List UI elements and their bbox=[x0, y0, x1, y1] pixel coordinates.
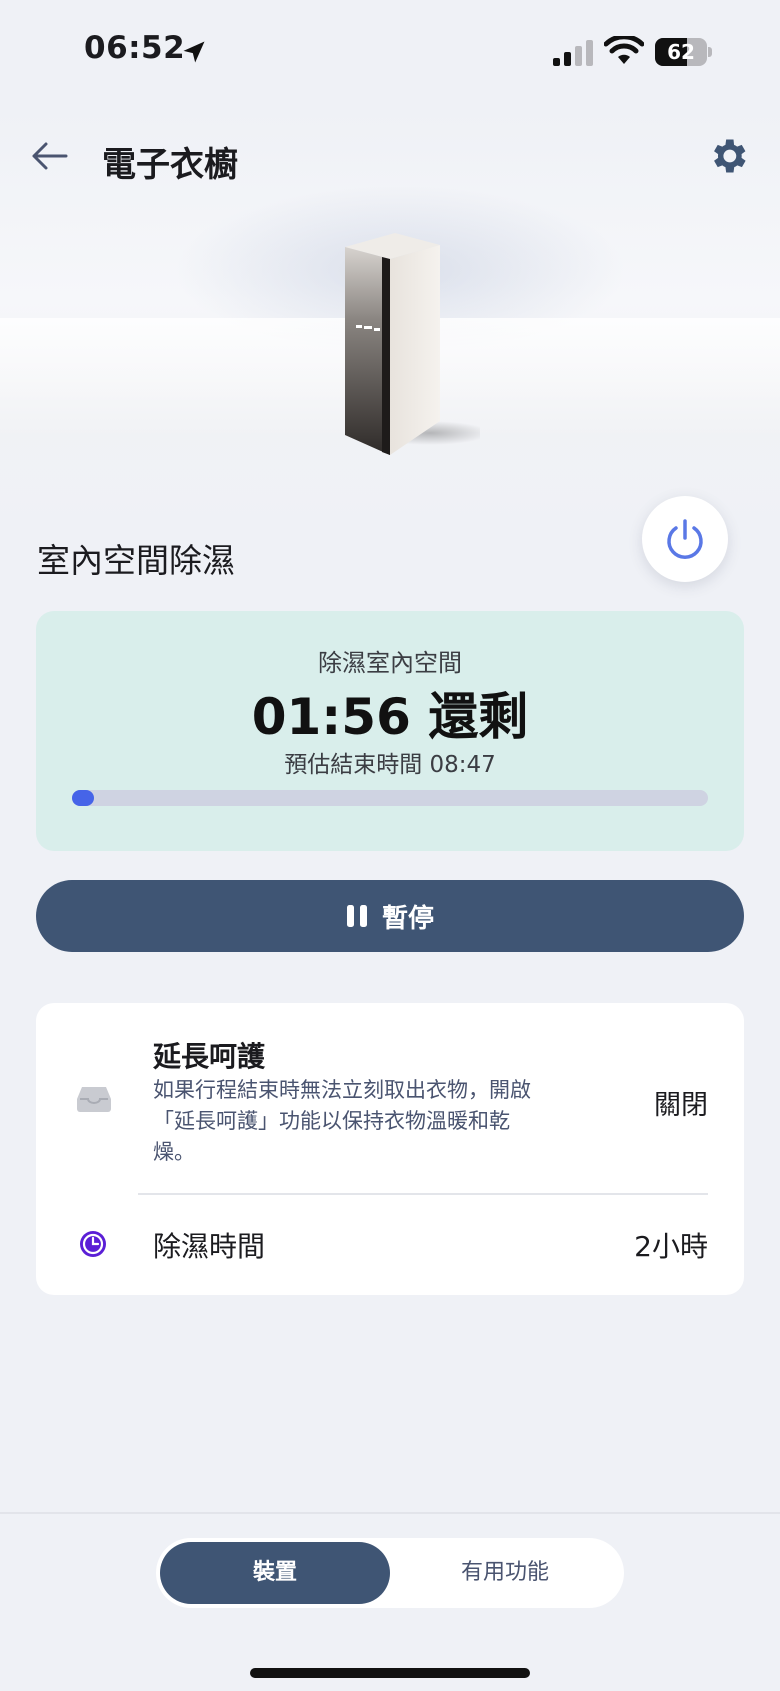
pause-button[interactable]: 暫停 bbox=[36, 880, 744, 952]
battery-level: 62 bbox=[667, 40, 695, 64]
bottom-tab-bar: 裝置 有用功能 bbox=[156, 1538, 624, 1608]
cellular-signal-icon bbox=[553, 40, 593, 66]
home-indicator[interactable] bbox=[250, 1668, 530, 1678]
bottom-separator bbox=[0, 1512, 780, 1514]
progress-bar bbox=[72, 790, 708, 806]
tray-icon bbox=[77, 1087, 111, 1112]
tab-useful-features[interactable]: 有用功能 bbox=[390, 1542, 620, 1604]
pause-icon bbox=[346, 905, 367, 927]
keep-warm-row[interactable]: 延長呵護 如果行程結束時無法立刻取出衣物，開啟「延長呵護」功能以保持衣物溫暖和乾… bbox=[36, 1003, 744, 1193]
duration-value: 2小時 bbox=[634, 1230, 708, 1263]
mode-title: 室內空間除濕 bbox=[37, 541, 235, 580]
cycle-status-card: 除濕室內空間 01:56 還剩 預估結束時間 08:47 bbox=[36, 611, 744, 851]
status-bar: 06:52 62 bbox=[0, 0, 780, 100]
power-button[interactable] bbox=[642, 496, 728, 582]
pause-label: 暫停 bbox=[381, 903, 434, 934]
location-arrow-icon bbox=[183, 41, 205, 63]
estimated-end-time: 預估結束時間 08:47 bbox=[284, 752, 496, 778]
keep-warm-title: 延長呵護 bbox=[153, 1040, 266, 1073]
settings-card: 延長呵護 如果行程結束時無法立刻取出衣物，開啟「延長呵護」功能以保持衣物溫暖和乾… bbox=[36, 1003, 744, 1295]
app-header: 電子衣櫥 bbox=[0, 120, 780, 200]
wifi-icon bbox=[604, 36, 644, 64]
battery-indicator: 62 bbox=[655, 38, 712, 66]
cycle-label: 除濕室內空間 bbox=[318, 649, 462, 677]
progress-fill bbox=[72, 790, 94, 806]
time-remaining: 01:56 還剩 bbox=[251, 688, 529, 746]
gear-icon[interactable] bbox=[706, 134, 750, 178]
back-arrow-icon[interactable] bbox=[26, 136, 74, 176]
power-icon bbox=[667, 519, 703, 559]
clock-icon bbox=[80, 1231, 106, 1257]
dehumidifier-image bbox=[345, 233, 480, 455]
status-time: 06:52 bbox=[84, 30, 186, 66]
duration-label: 除濕時間 bbox=[153, 1230, 266, 1263]
keep-warm-description: 如果行程結束時無法立刻取出衣物，開啟「延長呵護」功能以保持衣物溫暖和乾燥。 bbox=[153, 1078, 531, 1164]
page-title: 電子衣櫥 bbox=[102, 145, 238, 185]
duration-row[interactable]: 除濕時間 2小時 bbox=[36, 1195, 744, 1295]
keep-warm-value: 關閉 bbox=[654, 1090, 708, 1121]
tab-device[interactable]: 裝置 bbox=[160, 1542, 390, 1604]
